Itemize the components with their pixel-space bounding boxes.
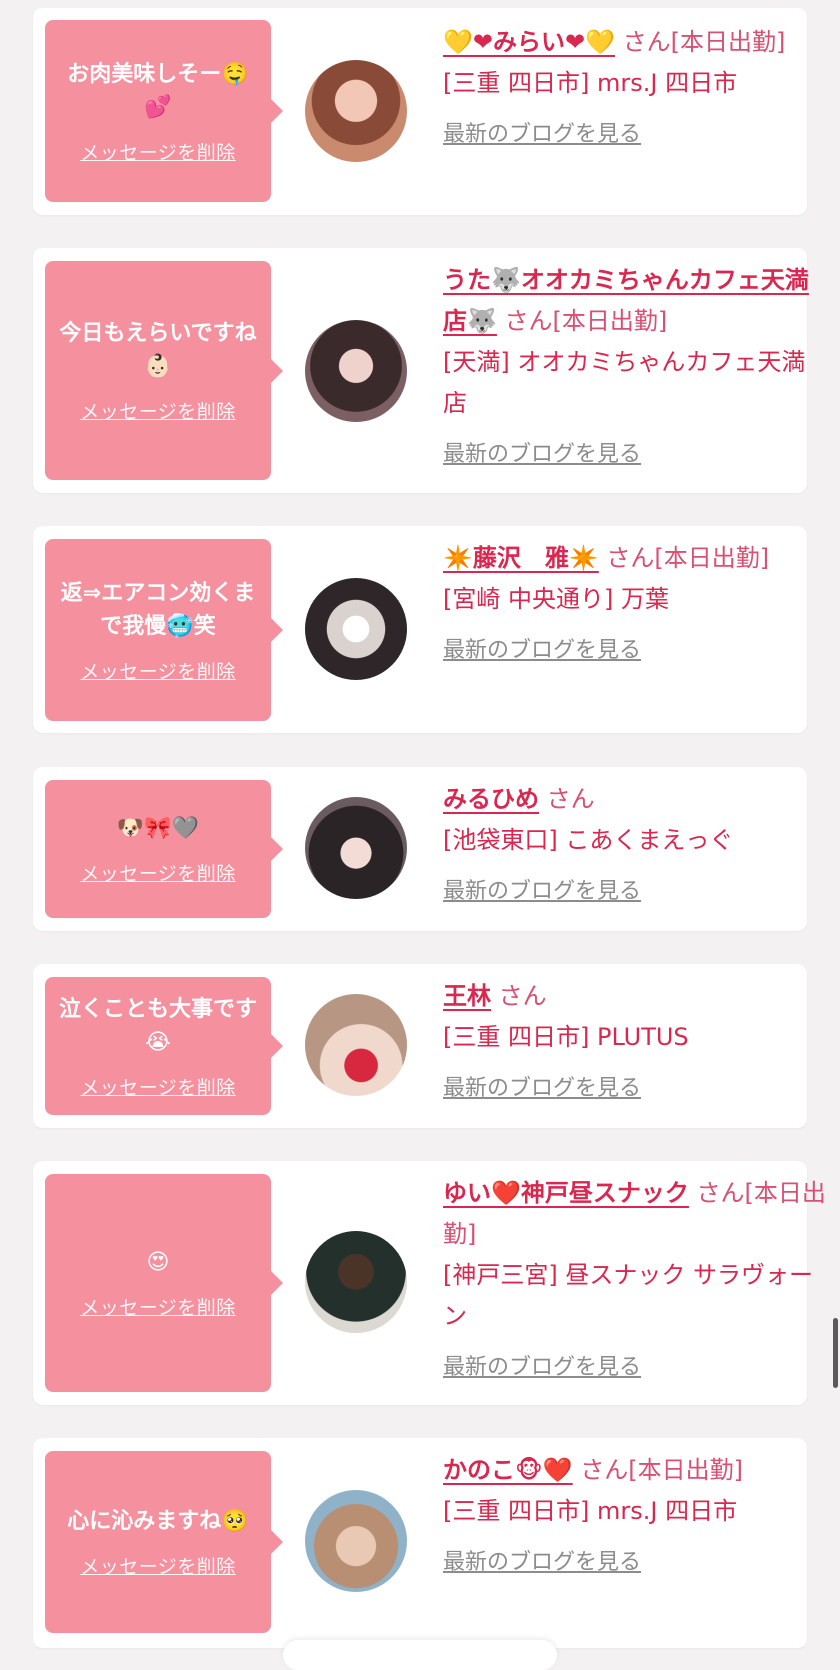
profile-name-link[interactable]: 💛❤みらい❤💛 [443, 28, 615, 56]
delete-message-link[interactable]: メッセージを削除 [80, 1552, 236, 1579]
message-bubble: お肉美味しそー🤤💕 メッセージを削除 [45, 20, 283, 202]
profile-info: ゆい❤️神戸昼スナック さん[本日出勤] [神戸三宮] 昼スナック サラヴォーン… [443, 1173, 828, 1388]
latest-blog-link[interactable]: 最新のブログを見る [443, 630, 828, 671]
profile-info: ✴️藤沢 雅✴️ さん[本日出勤] [宮崎 中央通り] 万葉 最新のブログを見る [443, 538, 828, 671]
bottom-bar [283, 1640, 557, 1670]
list-item: お肉美味しそー🤤💕 メッセージを削除 💛❤みらい❤💛 さん[本日出勤] [三重 … [33, 8, 807, 215]
avatar[interactable] [305, 578, 407, 680]
honorific: さん [606, 544, 655, 572]
honorific: さん [580, 1456, 629, 1484]
shop-location: [池袋東口] こあくまえっぐ [443, 826, 734, 854]
message-bubble: 😍 メッセージを削除 [45, 1174, 283, 1392]
message-text: 今日もえらいですね👶🏻 [59, 321, 257, 379]
shop-location: [宮崎 中央通り] 万葉 [443, 585, 669, 613]
profile-name-link[interactable]: みるひめ [443, 785, 539, 813]
message-text: 返⇒エアコン効くまで我慢🥶笑 [60, 580, 256, 639]
avatar[interactable] [305, 797, 407, 899]
latest-blog-link[interactable]: 最新のブログを見る [443, 434, 828, 475]
work-status: [本日出勤] [670, 28, 786, 56]
avatar[interactable] [305, 60, 407, 162]
scrollbar[interactable] [833, 1318, 838, 1388]
profile-info: みるひめ さん [池袋東口] こあくまえっぐ 最新のブログを見る [443, 779, 828, 912]
profile-name-link[interactable]: ✴️藤沢 雅✴️ [443, 544, 599, 572]
profile-name-link[interactable]: かのこ🐵❤️ [443, 1456, 573, 1484]
message-bubble: 泣くことも大事です😭 メッセージを削除 [45, 977, 283, 1115]
profile-info: 💛❤みらい❤💛 さん[本日出勤] [三重 四日市] mrs.J 四日市 最新のブ… [443, 22, 828, 155]
honorific: さん [498, 982, 547, 1010]
work-status: [本日出勤] [628, 1456, 744, 1484]
honorific: さん [546, 785, 595, 813]
honorific: さん [504, 307, 553, 335]
profile-name-link[interactable]: 王林 [443, 982, 491, 1010]
message-text: 🐶🎀🩶 [116, 816, 200, 841]
shop-location: [三重 四日市] mrs.J 四日市 [443, 69, 738, 97]
message-text: 😍 [146, 1250, 170, 1275]
message-text: 心に沁みますね🥺 [67, 1509, 249, 1534]
delete-message-link[interactable]: メッセージを削除 [80, 1293, 236, 1320]
message-text: 泣くことも大事です😭 [58, 996, 257, 1055]
latest-blog-link[interactable]: 最新のブログを見る [443, 871, 828, 912]
delete-message-link[interactable]: メッセージを削除 [80, 397, 236, 424]
message-bubble: 心に沁みますね🥺 メッセージを削除 [45, 1451, 283, 1633]
work-status: [本日出勤] [552, 307, 668, 335]
profile-info: うた🐺オオカミちゃんカフェ天満店🐺 さん[本日出勤] [天満] オオカミちゃんカ… [443, 260, 828, 475]
message-text: お肉美味しそー🤤💕 [67, 61, 249, 120]
latest-blog-link[interactable]: 最新のブログを見る [443, 1347, 828, 1388]
latest-blog-link[interactable]: 最新のブログを見る [443, 1542, 828, 1583]
shop-location: [神戸三宮] 昼スナック サラヴォーン [443, 1261, 813, 1330]
latest-blog-link[interactable]: 最新のブログを見る [443, 1068, 828, 1109]
delete-message-link[interactable]: メッセージを削除 [80, 138, 236, 165]
avatar[interactable] [305, 994, 407, 1096]
delete-message-link[interactable]: メッセージを削除 [80, 657, 236, 684]
work-status: [本日出勤] [654, 544, 770, 572]
profile-info: かのこ🐵❤️ さん[本日出勤] [三重 四日市] mrs.J 四日市 最新のブロ… [443, 1450, 828, 1583]
avatar[interactable] [305, 320, 407, 422]
message-bubble: 🐶🎀🩶 メッセージを削除 [45, 780, 283, 918]
avatar[interactable] [305, 1490, 407, 1592]
list-item: 😍 メッセージを削除 ゆい❤️神戸昼スナック さん[本日出勤] [神戸三宮] 昼… [33, 1161, 826, 1405]
honorific: さん [696, 1179, 745, 1207]
latest-blog-link[interactable]: 最新のブログを見る [443, 114, 828, 155]
honorific: さん [622, 28, 671, 56]
shop-location: [天満] オオカミちゃんカフェ天満店 [443, 348, 806, 417]
shop-location: [三重 四日市] mrs.J 四日市 [443, 1497, 738, 1525]
message-bubble: 今日もえらいですね👶🏻 メッセージを削除 [45, 261, 283, 480]
list-item: 🐶🎀🩶 メッセージを削除 みるひめ さん [池袋東口] こあくまえっぐ 最新のブ… [33, 767, 807, 931]
list-item: 心に沁みますね🥺 メッセージを削除 かのこ🐵❤️ さん[本日出勤] [三重 四日… [33, 1438, 807, 1648]
message-bubble: 返⇒エアコン効くまで我慢🥶笑 メッセージを削除 [45, 539, 283, 721]
profile-name-link[interactable]: ゆい❤️神戸昼スナック [443, 1179, 689, 1207]
list-item: 返⇒エアコン効くまで我慢🥶笑 メッセージを削除 ✴️藤沢 雅✴️ さん[本日出勤… [33, 526, 807, 733]
list-item: 今日もえらいですね👶🏻 メッセージを削除 うた🐺オオカミちゃんカフェ天満店🐺 さ… [33, 248, 809, 493]
shop-location: [三重 四日市] PLUTUS [443, 1023, 689, 1051]
list-item: 泣くことも大事です😭 メッセージを削除 王林 さん [三重 四日市] PLUTU… [33, 964, 807, 1128]
avatar[interactable] [305, 1231, 407, 1333]
delete-message-link[interactable]: メッセージを削除 [80, 1073, 236, 1100]
profile-info: 王林 さん [三重 四日市] PLUTUS 最新のブログを見る [443, 976, 828, 1109]
delete-message-link[interactable]: メッセージを削除 [80, 859, 236, 886]
